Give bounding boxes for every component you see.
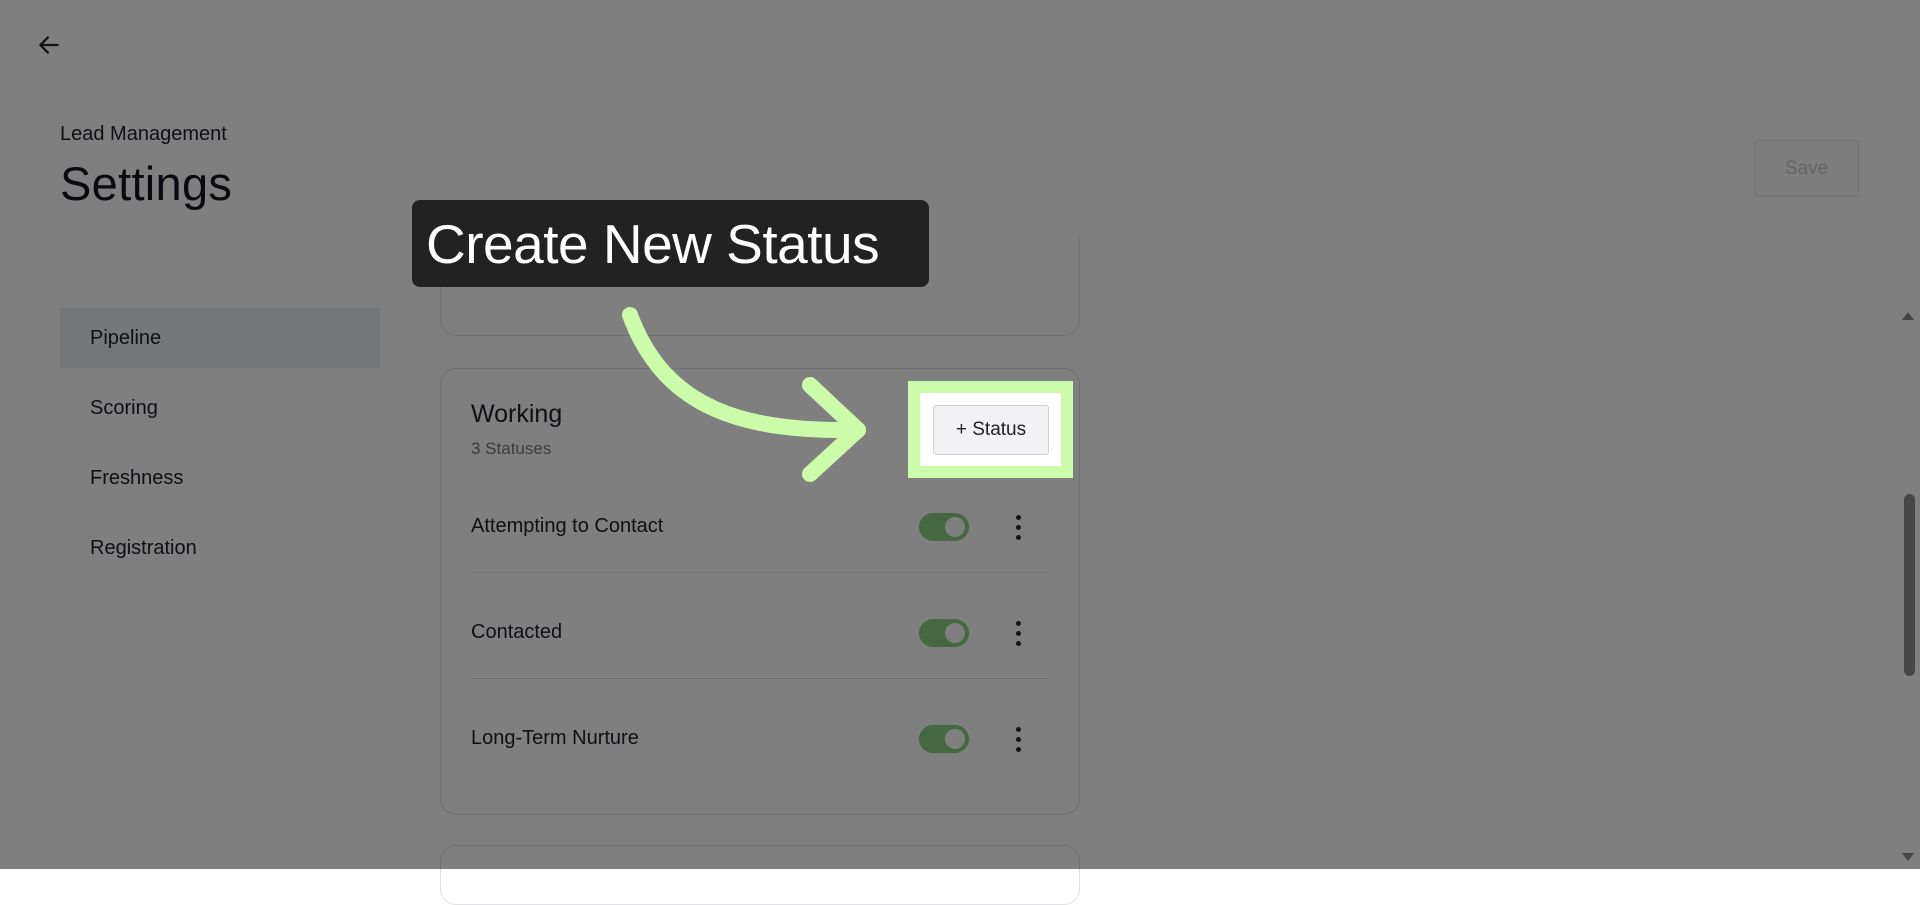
highlight-frame (908, 381, 1073, 478)
sidebar-item-label: Pipeline (90, 326, 162, 349)
status-more-menu-icon[interactable] (1006, 723, 1030, 755)
toggle-knob (945, 517, 965, 537)
sidebar-item-label: Scoring (90, 396, 158, 419)
status-more-menu-icon[interactable] (1006, 511, 1030, 543)
scroll-up-arrow-icon[interactable] (1902, 312, 1914, 320)
row-divider (471, 572, 1048, 573)
save-button[interactable]: Save (1754, 140, 1859, 197)
status-more-menu-icon[interactable] (1006, 617, 1030, 649)
arrow-left-icon (39, 36, 59, 54)
sidebar-item-freshness[interactable]: Freshness (60, 448, 380, 508)
sidebar-item-label: Freshness (90, 466, 184, 489)
row-divider (471, 678, 1048, 679)
sidebar-item-pipeline[interactable]: Pipeline (60, 308, 380, 368)
callout-text: Create New Status (426, 212, 880, 275)
toggle-knob (945, 729, 965, 749)
back-button[interactable] (34, 30, 64, 60)
toggle-knob (945, 623, 965, 643)
status-toggle[interactable] (919, 513, 969, 541)
status-label: Contacted (471, 621, 563, 643)
page-title: Settings (60, 157, 233, 210)
next-group-card (440, 845, 1080, 905)
sidebar-item-registration[interactable]: Registration (60, 518, 380, 578)
status-label: Long-Term Nurture (471, 727, 639, 749)
tutorial-callout: Create New Status (412, 200, 929, 287)
group-status-count: 3 Statuses (471, 439, 552, 458)
sidebar-item-label: Registration (90, 536, 197, 559)
page-subtitle: Lead Management (60, 123, 227, 145)
group-title: Working (471, 400, 563, 428)
status-label: Attempting to Contact (471, 515, 664, 537)
status-toggle[interactable] (919, 725, 969, 753)
scroll-down-arrow-icon[interactable] (1902, 853, 1914, 861)
scrollbar-thumb[interactable] (1904, 494, 1915, 676)
sidebar-item-scoring[interactable]: Scoring (60, 378, 380, 438)
status-toggle[interactable] (919, 619, 969, 647)
